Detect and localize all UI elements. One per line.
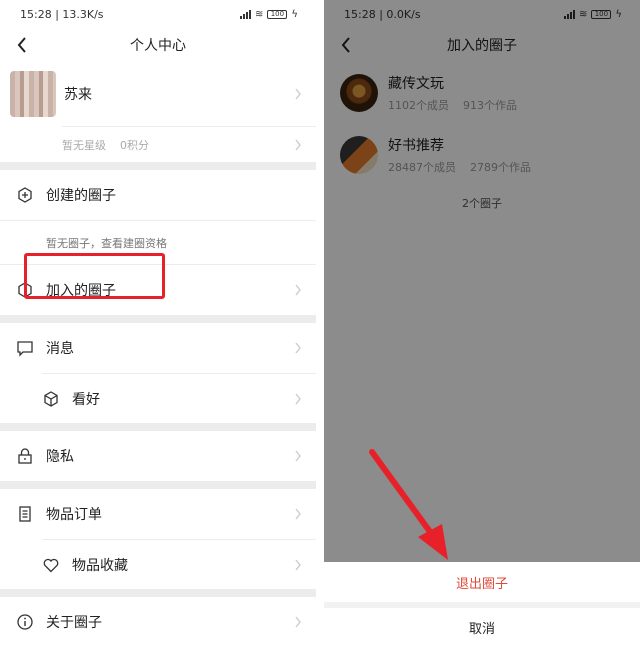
create-circle-hint-text: 暂无圈子，查看建圈资格 bbox=[46, 236, 167, 250]
created-circles-item[interactable]: 创建的圈子 bbox=[0, 170, 316, 220]
chevron-right-icon bbox=[295, 450, 301, 462]
charging-icon: ϟ bbox=[291, 8, 298, 20]
divider bbox=[0, 481, 316, 489]
lock-icon bbox=[18, 448, 32, 464]
collections-item[interactable]: 物品收藏 bbox=[42, 539, 316, 589]
battery-icon: 100 bbox=[267, 9, 288, 19]
chevron-right-icon bbox=[295, 88, 301, 100]
chevron-right-icon bbox=[295, 139, 301, 150]
document-icon bbox=[19, 506, 31, 522]
signal-icon bbox=[240, 9, 251, 19]
privacy-item[interactable]: 隐私 bbox=[0, 431, 316, 481]
orders-item[interactable]: 物品订单 bbox=[0, 489, 316, 539]
right-screen: 15:28 | 0.0K/s ≋ 100 ϟ 加入的圈子 藏传文玩 1102个成… bbox=[324, 0, 640, 646]
heart-icon bbox=[43, 558, 59, 572]
status-icons: ≋ 100 ϟ bbox=[240, 9, 298, 20]
status-bar: 15:28 | 13.3K/s ≋ 100 ϟ bbox=[0, 0, 316, 28]
profile-card[interactable]: 苏来 暂无星级 0积分 bbox=[0, 62, 316, 162]
pointer-arrow bbox=[369, 449, 448, 560]
nav-bar: 个人中心 bbox=[0, 28, 316, 62]
divider bbox=[0, 162, 316, 170]
chevron-right-icon bbox=[295, 342, 301, 354]
chevron-right-icon bbox=[295, 616, 301, 628]
chevron-right-icon bbox=[295, 559, 301, 570]
plus-circle-icon bbox=[18, 187, 32, 203]
messages-item[interactable]: 消息 bbox=[0, 323, 316, 373]
profile-name: 苏来 bbox=[64, 87, 92, 103]
info-icon bbox=[17, 614, 33, 630]
cube-icon bbox=[44, 390, 58, 407]
collections-label: 物品收藏 bbox=[72, 557, 128, 574]
about-item[interactable]: 关于圈子 bbox=[0, 597, 316, 646]
chevron-right-icon bbox=[295, 393, 301, 404]
messages-label: 消息 bbox=[46, 341, 74, 357]
wifi-icon: ≋ bbox=[255, 8, 264, 20]
divider bbox=[0, 423, 316, 431]
page-title: 个人中心 bbox=[130, 38, 186, 54]
orders-label: 物品订单 bbox=[46, 507, 102, 523]
chevron-right-icon bbox=[295, 284, 301, 296]
favorites-item[interactable]: 看好 bbox=[42, 373, 316, 423]
profile-points: 0积分 bbox=[120, 138, 149, 152]
avatar[interactable] bbox=[10, 71, 56, 117]
divider bbox=[0, 589, 316, 597]
left-screen: 15:28 | 13.3K/s ≋ 100 ϟ 个人中心 苏来 暂无星级 0积分… bbox=[0, 0, 316, 646]
chevron-right-icon bbox=[295, 508, 301, 520]
divider bbox=[0, 315, 316, 323]
message-icon bbox=[17, 341, 33, 357]
about-label: 关于圈子 bbox=[46, 615, 102, 631]
status-time: 15:28 | 13.3K/s bbox=[20, 7, 104, 21]
back-arrow-icon[interactable] bbox=[14, 35, 32, 55]
profile-level: 暂无星级 bbox=[62, 138, 106, 152]
privacy-label: 隐私 bbox=[46, 449, 74, 465]
created-circles-label: 创建的圈子 bbox=[46, 188, 116, 204]
favorites-label: 看好 bbox=[72, 391, 100, 408]
highlight-box bbox=[24, 253, 165, 299]
